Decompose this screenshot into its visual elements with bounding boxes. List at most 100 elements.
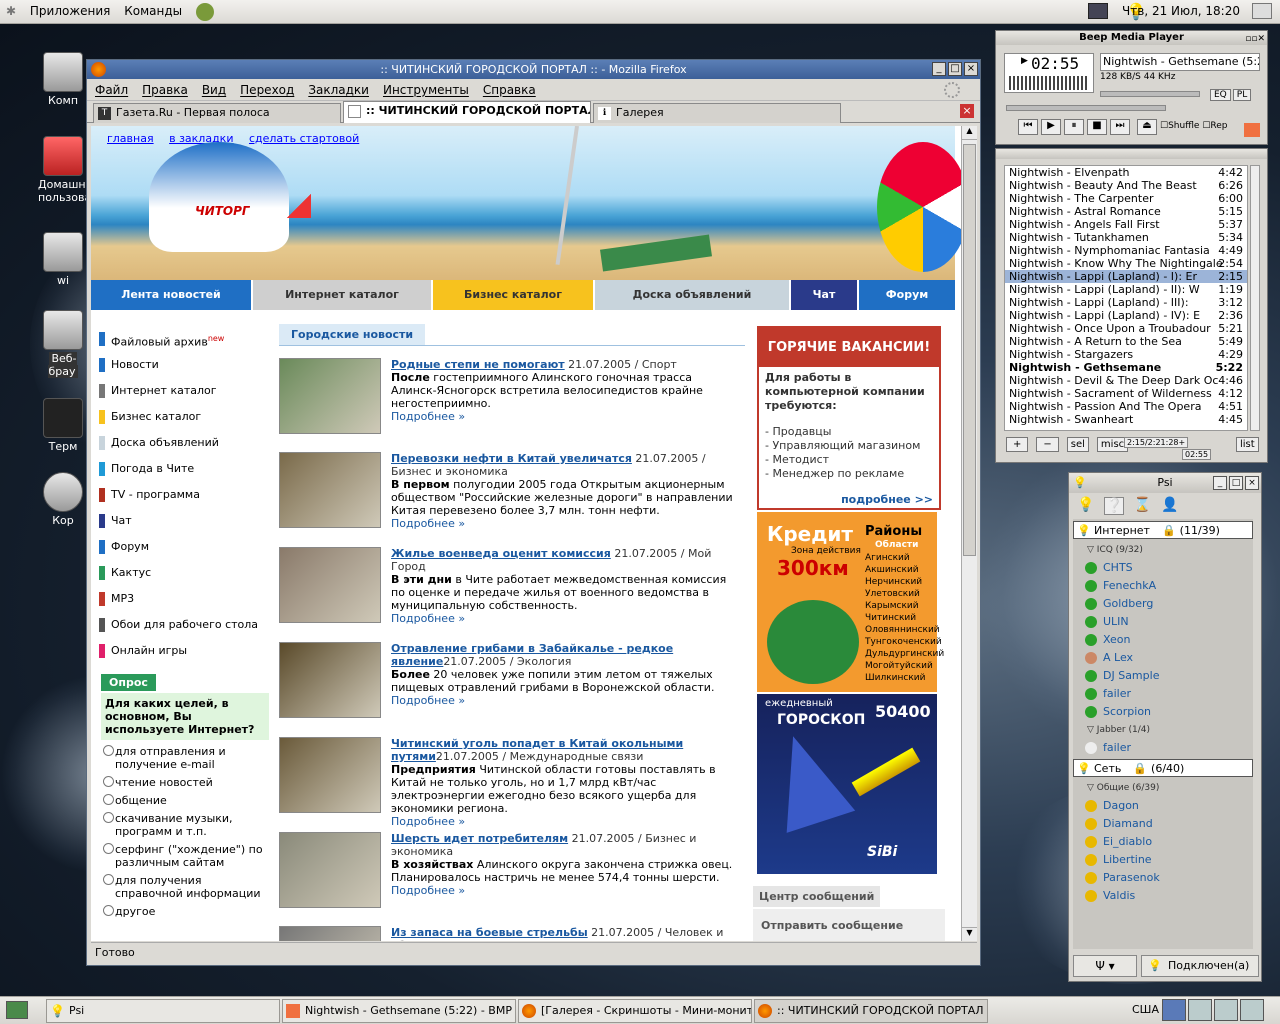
playlist-row[interactable]: Nightwish - Swanheart 4:45 — [1005, 413, 1247, 426]
next-button[interactable]: ⏭ — [1110, 119, 1130, 135]
menu-help[interactable]: Справка — [483, 83, 536, 97]
playlist-row[interactable]: Nightwish - Gethsemane 5:22 — [1005, 361, 1247, 374]
news-thumbnail[interactable] — [279, 642, 381, 718]
contact-row[interactable]: Xeon — [1073, 631, 1253, 649]
kredit-banner[interactable]: Кредит Зона действия 300км Районы Област… — [757, 512, 944, 692]
news-title-link[interactable]: Перевозки нефти в Китай увеличатся — [391, 452, 632, 465]
contact-row[interactable]: FenechkA — [1073, 577, 1253, 595]
workspace-4[interactable] — [1240, 999, 1264, 1021]
commands-menu[interactable]: Команды — [124, 4, 182, 18]
contact-row[interactable]: ULIN — [1073, 613, 1253, 631]
select-button[interactable]: sel — [1066, 437, 1089, 452]
eject-button[interactable]: ⏏ — [1137, 119, 1157, 135]
tab-gallery[interactable]: ℹ Галерея — [593, 103, 841, 123]
contact-row[interactable]: CHTS — [1073, 559, 1253, 577]
poll-option-radio[interactable]: другое — [101, 905, 269, 918]
psi-maximize-button[interactable]: □ — [1229, 476, 1243, 490]
desktop-icon-terminal[interactable]: Терм — [38, 398, 88, 453]
minimize-button[interactable]: _ — [932, 62, 946, 76]
contact-row[interactable]: Parasenok — [1073, 869, 1253, 887]
show-self-icon[interactable]: 👤 — [1161, 497, 1178, 515]
playlist-row[interactable]: Nightwish - Angels Fall First 5:37 — [1005, 218, 1247, 231]
playlist-row[interactable]: Nightwish - Lappi (Lapland) - III): 3:12 — [1005, 296, 1247, 309]
contact-row[interactable]: Valdis — [1073, 887, 1253, 905]
left-menu-item[interactable]: Бизнес каталог — [99, 408, 269, 434]
applications-menu[interactable]: Приложения — [30, 4, 111, 18]
maximize-button[interactable]: □ — [948, 62, 962, 76]
send-message-link[interactable]: Отправить сообщение — [753, 909, 945, 941]
close-tab-icon[interactable]: × — [960, 104, 974, 118]
contact-row[interactable]: Ei_diablo — [1073, 833, 1253, 851]
task-gallery[interactable]: [Галерея - Скриншоты - Мини-мониторин — [518, 999, 752, 1023]
monitor-icon[interactable] — [1088, 3, 1108, 19]
news-more-link[interactable]: Подробнее » — [391, 612, 741, 625]
menu-go[interactable]: Переход — [240, 83, 294, 97]
menu-bookmarks[interactable]: Закладки — [308, 83, 369, 97]
vacancies-box[interactable]: ГОРЯЧИЕ ВАКАНСИИ! Для работы в компьютер… — [757, 326, 941, 510]
shuffle-checkbox[interactable]: ☐ — [1160, 121, 1168, 131]
poll-option-radio[interactable]: общение — [101, 794, 269, 807]
account-row[interactable]: 💡 Интернет 🔒 (11/39) — [1073, 521, 1253, 539]
playlist-row[interactable]: Nightwish - Stargazers 4:29 — [1005, 348, 1247, 361]
show-desktop-icon[interactable] — [1252, 3, 1272, 19]
contact-row[interactable]: Goldberg — [1073, 595, 1253, 613]
account-row[interactable]: 💡 Сеть 🔒 (6/40) — [1073, 759, 1253, 777]
seek-slider[interactable] — [1006, 105, 1166, 111]
contact-row[interactable]: Diamand — [1073, 815, 1253, 833]
bmp-menu-icon[interactable] — [1244, 123, 1260, 137]
group-row[interactable]: ▽ ICQ (9/32) — [1073, 541, 1253, 559]
menu-view[interactable]: Вид — [202, 83, 226, 97]
news-thumbnail[interactable] — [279, 832, 381, 908]
close-button[interactable]: × — [964, 62, 978, 76]
bmp-window-buttons[interactable]: ▫▫✕ — [1245, 32, 1265, 46]
group-row[interactable]: ▽ Jabber (1/4) — [1073, 721, 1253, 739]
left-menu-item[interactable]: MP3 — [99, 590, 269, 616]
list-button[interactable]: list — [1236, 437, 1259, 452]
news-title-link[interactable]: Шерсть идет потребителям — [391, 832, 568, 845]
left-menu-item[interactable]: Доска объявлений — [99, 434, 269, 460]
bmp-time[interactable]: 02:55 — [1031, 54, 1079, 73]
menu-file[interactable]: Файл — [95, 83, 128, 97]
psi-menu-button[interactable]: Ψ ▾ — [1073, 955, 1137, 977]
pause-button[interactable]: ⏸ — [1064, 119, 1084, 135]
eq-button[interactable]: EQ — [1210, 89, 1231, 101]
poll-option-radio[interactable]: серфинг ("хождение") по различным сайтам — [101, 843, 269, 869]
workspace-switcher[interactable] — [1162, 999, 1264, 1021]
task-psi[interactable]: 💡 Psi — [46, 999, 280, 1023]
poll-option-radio[interactable]: чтение новостей — [101, 776, 269, 789]
volume-slider[interactable] — [1100, 91, 1200, 97]
playlist-row[interactable]: Nightwish - Devil & The Deep Dark Oc 4:46 — [1005, 374, 1247, 387]
desktop-icon-wi[interactable]: wi — [38, 232, 88, 287]
news-thumbnail[interactable] — [279, 926, 381, 941]
pl-button[interactable]: PL — [1232, 89, 1252, 101]
playlist-scrollbar[interactable] — [1250, 165, 1260, 431]
nav-news[interactable]: Лента новостей — [91, 280, 253, 310]
nav-forum[interactable]: Форум — [859, 280, 955, 310]
workspace-2[interactable] — [1188, 999, 1212, 1021]
tab-gazeta[interactable]: T Газета.Ru - Первая полоса — [93, 103, 341, 123]
playlist-row[interactable]: Nightwish - Once Upon a Troubadour 5:21 — [1005, 322, 1247, 335]
group-row[interactable]: ▽ Общие (6/39) — [1073, 779, 1253, 797]
contact-row[interactable]: DJ Sample — [1073, 667, 1253, 685]
nav-chat[interactable]: Чат — [791, 280, 859, 310]
contact-row[interactable]: Scorpion — [1073, 703, 1253, 721]
news-thumbnail[interactable] — [279, 737, 381, 813]
vacancies-more-link[interactable]: подробнее >> — [765, 493, 933, 507]
playlist-row[interactable]: Nightwish - Lappi (Lapland) - I): Er 2:15 — [1005, 270, 1247, 283]
stop-button[interactable]: ■ — [1087, 119, 1107, 135]
left-menu-item[interactable]: Обои для рабочего стола — [99, 616, 269, 642]
nav-board[interactable]: Доска объявлений — [595, 280, 791, 310]
menu-edit[interactable]: Правка — [142, 83, 188, 97]
playlist-row[interactable]: Nightwish - Beauty And The Beast 6:26 — [1005, 179, 1247, 192]
news-more-link[interactable]: Подробнее » — [391, 815, 741, 828]
playlist-row[interactable]: Nightwish - Tutankhamen 5:34 — [1005, 231, 1247, 244]
show-desktop-button[interactable] — [6, 1001, 28, 1019]
news-thumbnail[interactable] — [279, 547, 381, 623]
playlist-row[interactable]: Nightwish - A Return to the Sea 5:49 — [1005, 335, 1247, 348]
horoscope-banner[interactable]: ежедневный ГОРОСКОП 50400 SiBi — [757, 694, 937, 874]
playlist-row[interactable]: Nightwish - Astral Romance 5:15 — [1005, 205, 1247, 218]
bmp-titlebar[interactable]: Beep Media Player ▫▫✕ — [996, 31, 1267, 45]
news-thumbnail[interactable] — [279, 452, 381, 528]
left-menu-item[interactable]: Файловый архивnew — [99, 330, 269, 356]
psi-titlebar[interactable]: 💡 Psi _ □ × — [1069, 473, 1261, 493]
